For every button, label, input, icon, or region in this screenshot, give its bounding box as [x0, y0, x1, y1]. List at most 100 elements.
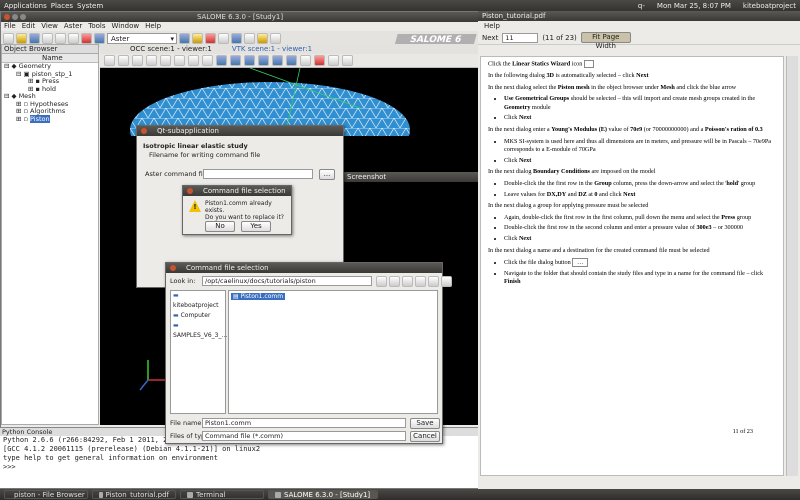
menu-tools[interactable]: Tools	[88, 22, 105, 31]
console-prompt[interactable]: >>>	[0, 463, 480, 472]
place-item[interactable]: ▬ kiteboatproject	[173, 291, 225, 311]
menu-edit[interactable]: Edit	[22, 22, 36, 31]
zoom-combo[interactable]: Fit Page Width	[580, 32, 631, 50]
task-file-browser[interactable]: piston - File Browser	[4, 490, 88, 499]
undo-icon[interactable]	[81, 33, 92, 44]
task-terminal[interactable]: Terminal	[180, 490, 264, 499]
browse-button[interactable]: ...	[319, 169, 335, 180]
user-menu[interactable]: kiteboatproject	[743, 2, 796, 10]
fit-all-icon[interactable]	[132, 55, 143, 66]
geometry-module-icon[interactable]	[179, 33, 190, 44]
salome-titlebar[interactable]: SALOME 6.3.0 - [Study1]	[1, 12, 479, 22]
open-icon[interactable]	[16, 33, 27, 44]
aster-file-input[interactable]	[203, 169, 313, 179]
file-list: ▤ Piston1.comm	[228, 290, 438, 414]
maximize-icon[interactable]	[20, 14, 26, 20]
confirm-title[interactable]: Command file selection	[183, 186, 291, 196]
detail-view-icon[interactable]	[441, 276, 452, 287]
pdf-page[interactable]: Click the Linear Statics Wizard icon In …	[480, 56, 784, 476]
clock[interactable]: Mon Mar 25, 8:07 PM	[657, 2, 731, 10]
pan-icon[interactable]	[174, 55, 185, 66]
aster-module-icon[interactable]	[218, 33, 229, 44]
global-pan-icon[interactable]	[188, 55, 199, 66]
right-view-icon[interactable]	[286, 55, 297, 66]
axis-triad-icon	[139, 360, 168, 391]
record-icon[interactable]	[314, 55, 325, 66]
menu-help[interactable]: Help	[145, 22, 161, 31]
menu-view[interactable]: View	[41, 22, 58, 31]
left-view-icon[interactable]	[272, 55, 283, 66]
zoom-icon[interactable]	[160, 55, 171, 66]
menu-window[interactable]: Window	[112, 22, 140, 31]
save-icon[interactable]	[29, 33, 40, 44]
front-view-icon[interactable]	[216, 55, 227, 66]
close-study-icon[interactable]	[42, 33, 53, 44]
pdf-list: Use Geometrical Groups should be selecte…	[504, 95, 776, 123]
keyboard-indicator[interactable]: q-	[638, 2, 645, 10]
reset-view-icon[interactable]	[300, 55, 311, 66]
module-combo[interactable]: Aster	[107, 33, 177, 44]
list-view-icon[interactable]	[428, 276, 439, 287]
run-icon[interactable]	[244, 33, 255, 44]
back-icon[interactable]	[376, 276, 387, 287]
task-salome[interactable]: SALOME 6.3.0 - [Study1]	[268, 490, 378, 499]
top-view-icon[interactable]	[244, 55, 255, 66]
tree-item-piston[interactable]: ⊞ ▫ Piston	[2, 114, 98, 124]
pdf-paragraph: In the next dialog enter a Young's Modul…	[488, 125, 763, 133]
parent-folder-icon[interactable]	[402, 276, 413, 287]
results-icon[interactable]	[257, 33, 268, 44]
look-in-combo[interactable]: /opt/caelinux/docs/tutorials/piston	[202, 276, 372, 286]
menu-places[interactable]: Places	[51, 2, 73, 10]
screenshot-window-titlebar[interactable]: Screenshot	[344, 172, 480, 182]
pdf-title[interactable]: Piston_tutorial.pdf	[478, 11, 800, 21]
menu-applications[interactable]: Applications	[4, 2, 47, 10]
viewer-toolbar	[100, 54, 480, 68]
close-icon[interactable]	[4, 14, 10, 20]
trihedron-icon[interactable]	[118, 55, 129, 66]
menu-aster[interactable]: Aster	[64, 22, 82, 31]
save-button[interactable]: Save	[410, 418, 440, 429]
fit-area-icon[interactable]	[146, 55, 157, 66]
tab-vtk-viewer[interactable]: VTK scene:1 - viewer:1	[232, 44, 312, 54]
minimize-icon[interactable]	[12, 14, 18, 20]
stop-icon[interactable]	[342, 55, 353, 66]
salome-menubar: File Edit View Aster Tools Window Help	[1, 22, 479, 31]
redo-icon[interactable]	[94, 33, 105, 44]
file-item[interactable]: ▤ Piston1.comm	[231, 292, 435, 301]
viewer-tabs: OCC scene:1 - viewer:1 VTK scene:1 - vie…	[100, 44, 480, 54]
rotate-icon[interactable]	[202, 55, 213, 66]
new-folder-icon[interactable]	[415, 276, 426, 287]
place-item[interactable]: ▬ SAMPLES_V6_3_...	[173, 321, 227, 341]
forward-icon[interactable]	[389, 276, 400, 287]
bottom-view-icon[interactable]	[258, 55, 269, 66]
play-icon[interactable]	[328, 55, 339, 66]
page-number-input[interactable]: 11	[502, 32, 539, 43]
settings-icon[interactable]	[270, 33, 281, 44]
file-dialog-title[interactable]: Command file selection	[166, 263, 442, 273]
next-page-button[interactable]: Next	[482, 34, 498, 42]
menu-file[interactable]: File	[4, 22, 16, 31]
pdf-list: Again, double-click the first row in the…	[504, 214, 776, 244]
warning-icon: !	[189, 200, 201, 212]
place-item[interactable]: ▬ Computer	[173, 311, 225, 321]
pdf-page-number: 11 of 23	[732, 428, 753, 436]
qt-sub-title[interactable]: Qt-subapplication	[137, 126, 343, 136]
dump-view-icon[interactable]	[104, 55, 115, 66]
copy-icon[interactable]	[55, 33, 66, 44]
file-type-combo[interactable]: Command file (*.comm)	[202, 431, 406, 441]
mesh-module-icon[interactable]	[192, 33, 203, 44]
back-view-icon[interactable]	[230, 55, 241, 66]
paste-icon[interactable]	[68, 33, 79, 44]
menu-system[interactable]: System	[77, 2, 103, 10]
tab-occ-viewer[interactable]: OCC scene:1 - viewer:1	[130, 44, 212, 54]
cancel-button[interactable]: Cancel	[410, 431, 440, 442]
file-name-input[interactable]: Piston1.comm	[202, 418, 406, 428]
wizard-icon[interactable]	[231, 33, 242, 44]
no-button[interactable]: No	[205, 221, 235, 232]
menu-help[interactable]: Help	[484, 22, 500, 30]
task-pdf[interactable]: Piston_tutorial.pdf	[92, 490, 176, 499]
yes-button[interactable]: Yes	[241, 221, 271, 232]
pdf-scrollbar[interactable]	[786, 56, 798, 476]
post-pro-icon[interactable]	[205, 33, 216, 44]
new-icon[interactable]	[3, 33, 14, 44]
